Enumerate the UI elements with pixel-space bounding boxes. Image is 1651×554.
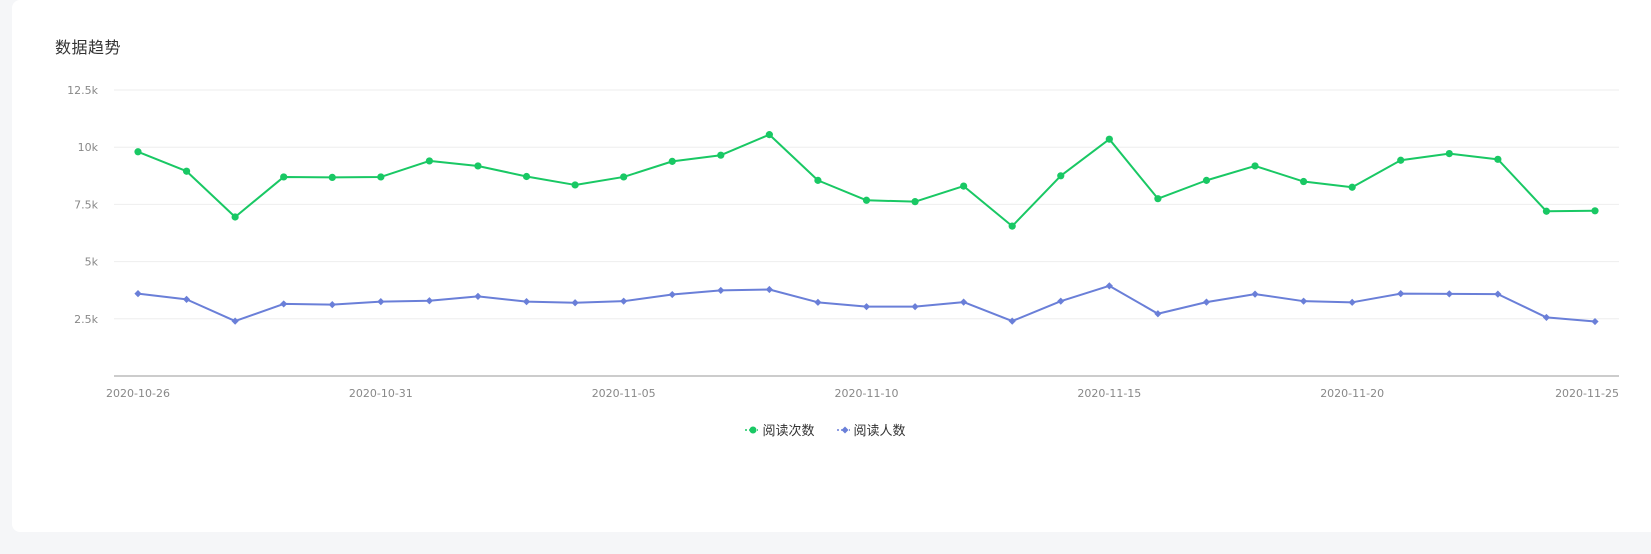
x-tick-label: 2020-11-10 [835, 387, 899, 400]
data-point[interactable] [1542, 207, 1551, 215]
data-point[interactable] [231, 213, 239, 221]
y-tick-label: 7.5k [74, 198, 98, 211]
line-chart: 2.5k 5k 7.5k 10k 12.5k 2020-10-26 2020-10-31 20… [67, 84, 1619, 400]
y-tick-label: 2.5k [74, 313, 98, 326]
data-point[interactable] [1445, 290, 1453, 298]
data-point[interactable] [280, 300, 288, 308]
data-point[interactable] [474, 292, 482, 300]
x-tick-label: 2020-10-26 [106, 387, 170, 400]
data-point[interactable] [522, 298, 531, 306]
data-point[interactable] [522, 172, 531, 181]
data-point[interactable] [1397, 156, 1405, 164]
data-point[interactable] [668, 157, 676, 165]
data-point[interactable] [1494, 290, 1502, 298]
legend-item-1[interactable]: 阅读次数 [745, 420, 815, 439]
legend-diamond-icon [836, 426, 850, 433]
data-point[interactable] [1397, 290, 1405, 298]
x-tick-label: 2020-11-25 [1555, 387, 1619, 400]
data-point[interactable] [911, 303, 919, 311]
data-point[interactable] [1494, 155, 1502, 163]
data-point[interactable] [280, 173, 288, 181]
data-point[interactable] [571, 181, 579, 189]
data-point[interactable] [571, 299, 579, 307]
data-point[interactable] [717, 151, 725, 159]
series-line-1 [137, 133, 1596, 228]
data-point[interactable] [620, 173, 628, 181]
data-point[interactable] [765, 285, 773, 294]
data-point[interactable] [1105, 135, 1113, 143]
data-point[interactable] [911, 198, 919, 206]
data-point[interactable] [620, 297, 628, 305]
data-point[interactable] [134, 290, 142, 298]
y-tick-label: 5k [85, 256, 99, 269]
data-point[interactable] [425, 157, 433, 165]
data-point[interactable] [1057, 172, 1065, 180]
x-tick-label: 2020-11-15 [1077, 387, 1141, 400]
data-point[interactable] [377, 173, 385, 181]
data-point[interactable] [862, 196, 871, 204]
x-tick-label: 2020-11-20 [1320, 387, 1384, 400]
data-point[interactable] [717, 286, 725, 295]
data-point[interactable] [1348, 298, 1356, 306]
x-tick-label: 2020-10-31 [349, 387, 413, 400]
data-point[interactable] [1542, 313, 1551, 322]
data-point[interactable] [1445, 150, 1453, 158]
data-point[interactable] [328, 173, 336, 182]
data-point[interactable] [425, 297, 433, 305]
data-point[interactable] [862, 303, 871, 311]
legend-label: 阅读次数 [762, 424, 815, 439]
data-point[interactable] [1251, 162, 1259, 170]
data-point[interactable] [668, 290, 676, 299]
data-point[interactable] [328, 301, 336, 309]
data-point[interactable] [1154, 195, 1162, 203]
x-tick-label: 2020-11-05 [592, 387, 656, 400]
y-tick-label: 12.5k [67, 84, 98, 97]
legend-label: 阅读人数 [853, 424, 906, 439]
data-point[interactable] [1591, 207, 1599, 215]
data-point[interactable] [1008, 222, 1016, 230]
data-point[interactable] [1251, 290, 1259, 298]
data-point[interactable] [377, 298, 385, 306]
data-point[interactable] [182, 167, 191, 175]
data-point[interactable] [814, 176, 822, 184]
legend-circle-icon [745, 426, 759, 433]
chart-legend: 阅读次数 阅读人数 [0, 420, 1651, 439]
legend-item-2[interactable]: 阅读人数 [836, 420, 906, 439]
data-point[interactable] [1202, 298, 1211, 306]
data-point[interactable] [1300, 297, 1308, 305]
data-point[interactable] [765, 131, 773, 139]
data-point[interactable] [960, 298, 968, 306]
data-point[interactable] [134, 148, 142, 156]
data-point[interactable] [1348, 183, 1356, 191]
data-point[interactable] [182, 295, 191, 303]
data-point[interactable] [1057, 297, 1065, 305]
data-point[interactable] [474, 162, 482, 170]
data-point[interactable] [1300, 177, 1308, 186]
data-point[interactable] [1202, 176, 1211, 184]
y-tick-label: 10k [78, 141, 99, 154]
data-point[interactable] [814, 298, 822, 306]
data-point[interactable] [960, 182, 968, 190]
